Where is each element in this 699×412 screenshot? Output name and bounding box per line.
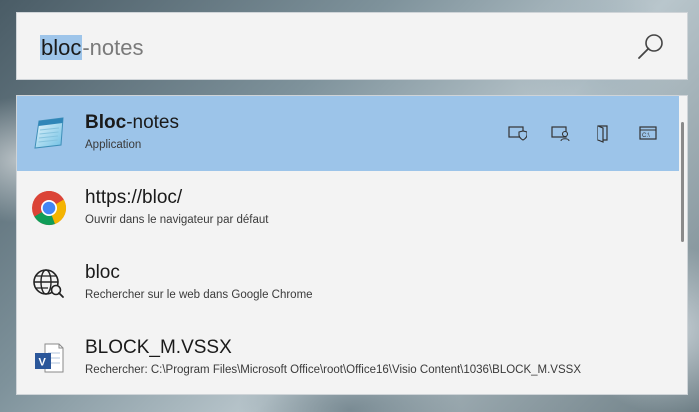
chrome-icon bbox=[31, 190, 67, 226]
result-row-url[interactable]: https://bloc/ Ouvrir dans le navigateur … bbox=[17, 171, 679, 246]
result-title: Bloc-notes bbox=[85, 111, 179, 135]
result-title-rest: -notes bbox=[126, 112, 179, 133]
search-input[interactable]: bloc-notes bbox=[40, 33, 144, 63]
result-title-match: Bloc bbox=[85, 112, 127, 133]
search-typed-text: bloc bbox=[40, 35, 83, 60]
result-title: bloc bbox=[85, 262, 120, 283]
search-icon[interactable] bbox=[635, 31, 667, 63]
result-subtitle: Rechercher sur le web dans Google Chrome bbox=[85, 289, 313, 301]
open-console-icon[interactable]: C:\ bbox=[638, 123, 658, 143]
result-row-file[interactable]: V BLOCK_M.VSSX Rechercher: C:\Program Fi… bbox=[17, 321, 679, 394]
result-subtitle: Rechercher: C:\Program Files\Microsoft O… bbox=[85, 364, 581, 376]
visio-file-icon: V bbox=[31, 340, 67, 376]
run-as-admin-icon[interactable] bbox=[507, 123, 528, 143]
web-search-icon bbox=[31, 265, 67, 301]
svg-text:V: V bbox=[39, 357, 47, 369]
result-subtitle: Ouvrir dans le navigateur par défaut bbox=[85, 214, 269, 226]
result-row-web-search[interactable]: bloc Rechercher sur le web dans Google C… bbox=[17, 246, 679, 321]
result-row-bloc-notes[interactable]: Bloc-notes Application C:\ bbox=[17, 96, 679, 171]
scrollbar[interactable] bbox=[681, 122, 684, 242]
result-title: https://bloc/ bbox=[85, 187, 183, 208]
result-subtitle: Application bbox=[85, 139, 142, 151]
svg-text:C:\: C:\ bbox=[642, 133, 650, 139]
search-box[interactable]: bloc-notes bbox=[16, 12, 688, 80]
result-title: BLOCK_M.VSSX bbox=[85, 337, 232, 358]
search-autocomplete-text: -notes bbox=[82, 35, 144, 60]
run-as-user-icon[interactable] bbox=[550, 123, 570, 143]
open-folder-icon[interactable] bbox=[594, 123, 614, 143]
results-list[interactable]: Bloc-notes Application C:\ https://bloc/… bbox=[16, 95, 688, 395]
notepad-icon bbox=[31, 115, 67, 151]
